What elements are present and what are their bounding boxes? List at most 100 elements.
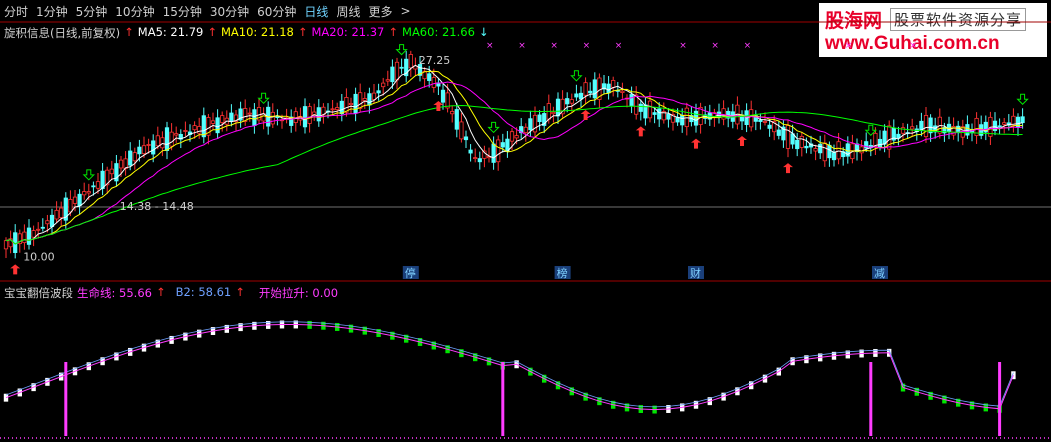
up-arrow-icon: ↑ xyxy=(388,25,399,39)
candle-body xyxy=(997,125,1002,128)
candle-body xyxy=(555,98,561,117)
candle-body xyxy=(86,191,91,194)
candle-body xyxy=(371,92,377,100)
candle-body xyxy=(923,114,929,138)
candle-body xyxy=(818,143,823,154)
candle-body xyxy=(128,150,133,166)
start-signal-bar xyxy=(64,362,68,436)
candle-body xyxy=(169,131,174,147)
event-marker-2: 财 xyxy=(690,266,701,280)
candle-body xyxy=(611,80,616,88)
candle-body xyxy=(680,114,685,126)
candle-body xyxy=(210,120,216,124)
kline-chart[interactable]: 27.25 14.38 - 14.48 10.00 停 榜 财 减 × × × × × × × × × × xyxy=(0,0,1051,442)
buy-arrow-icon xyxy=(783,163,793,174)
price-annotation-2: 10.00 xyxy=(23,251,55,264)
main-indicator-name: 旋积信息(日线,前复权) xyxy=(4,26,121,40)
candle-body xyxy=(620,90,625,93)
candle-body xyxy=(45,220,50,225)
candle-body xyxy=(910,126,915,130)
candle-body xyxy=(344,97,349,113)
signal-x-mark: × xyxy=(615,41,623,51)
candle-body xyxy=(767,124,772,129)
candle-body xyxy=(804,145,809,149)
candle-body xyxy=(638,103,643,112)
candle-body xyxy=(197,126,202,134)
candle-body xyxy=(588,90,593,94)
up-arrow-icon: ↑ xyxy=(297,25,308,39)
candle-body xyxy=(348,102,354,106)
candle-body xyxy=(26,227,32,245)
candle-body xyxy=(330,108,335,111)
price-annotation-0: 27.25 xyxy=(419,54,451,67)
candle-body xyxy=(749,109,754,128)
main-legend: 旋积信息(日线,前复权) ↑ MA5: 21.79 ↑ MA10: 21.18 … xyxy=(4,25,493,41)
sell-arrow-icon xyxy=(82,169,96,181)
ma60-line xyxy=(5,104,1023,245)
candle-body xyxy=(408,54,413,69)
candle-body xyxy=(316,107,321,122)
candle-body xyxy=(574,93,579,98)
candle-body xyxy=(500,142,505,148)
candle-body xyxy=(68,198,73,213)
candle-body xyxy=(509,131,515,142)
candle-body xyxy=(592,79,597,99)
candle-body xyxy=(431,77,436,88)
candle-body xyxy=(523,126,528,134)
candle-body xyxy=(463,136,469,141)
candle-body xyxy=(859,146,864,154)
candle-body xyxy=(49,214,55,227)
candle-body xyxy=(247,112,252,115)
signal-x-mark: × xyxy=(744,41,752,51)
candle-body xyxy=(813,148,818,152)
candle-body xyxy=(77,193,82,207)
candle-body xyxy=(505,138,510,152)
candle-body xyxy=(459,121,464,140)
event-marker-1: 榜 xyxy=(557,266,568,280)
ma20-line xyxy=(5,81,1023,245)
candle-body xyxy=(795,139,800,150)
candle-body xyxy=(229,112,234,122)
sell-arrow-icon xyxy=(487,121,500,134)
signal-x-mark: × xyxy=(711,41,719,51)
price-annotation-1: 14.38 - 14.48 xyxy=(120,200,194,213)
candle-body xyxy=(537,114,542,123)
sell-arrow-icon xyxy=(1016,93,1029,105)
sell-arrow-icon xyxy=(257,92,270,105)
candle-body xyxy=(339,100,344,115)
sub-legend: 宝宝翻倍波段 生命线: 55.66 ↑ B2: 58.61 ↑ 开始拉升: 0.… xyxy=(4,285,342,301)
b2-line xyxy=(5,321,1014,408)
candle-body xyxy=(440,89,446,103)
candle-body xyxy=(583,82,588,96)
candle-body xyxy=(496,139,501,163)
signal-x-mark: × xyxy=(909,41,917,51)
candle-body xyxy=(201,115,206,138)
ma10-value: MA10: 21.18 xyxy=(220,25,294,39)
candle-body xyxy=(302,106,308,128)
candle-body xyxy=(827,144,832,159)
candle-body xyxy=(514,135,519,139)
ma20-value: MA20: 21.37 xyxy=(311,25,385,39)
candle-body xyxy=(390,66,395,83)
candle-body xyxy=(220,115,225,123)
candle-body xyxy=(450,111,455,115)
signal-x-mark: × xyxy=(845,41,853,51)
candle-body xyxy=(873,132,878,147)
candle-body xyxy=(36,228,41,231)
candle-body xyxy=(565,98,570,105)
candle-body xyxy=(215,117,220,134)
start-signal-bar xyxy=(501,362,505,436)
candle-body xyxy=(59,207,64,218)
candle-body xyxy=(758,119,763,122)
life-line xyxy=(5,324,1014,411)
candle-body xyxy=(82,191,87,196)
candle-body xyxy=(666,113,671,120)
candle-body xyxy=(657,108,662,120)
candle-body xyxy=(118,159,124,169)
candle-body xyxy=(427,73,432,81)
candle-body xyxy=(183,130,188,132)
event-marker-3: 减 xyxy=(874,267,885,280)
buy-arrow-icon xyxy=(10,264,21,275)
candle-body xyxy=(606,83,611,94)
candle-body xyxy=(192,125,197,131)
